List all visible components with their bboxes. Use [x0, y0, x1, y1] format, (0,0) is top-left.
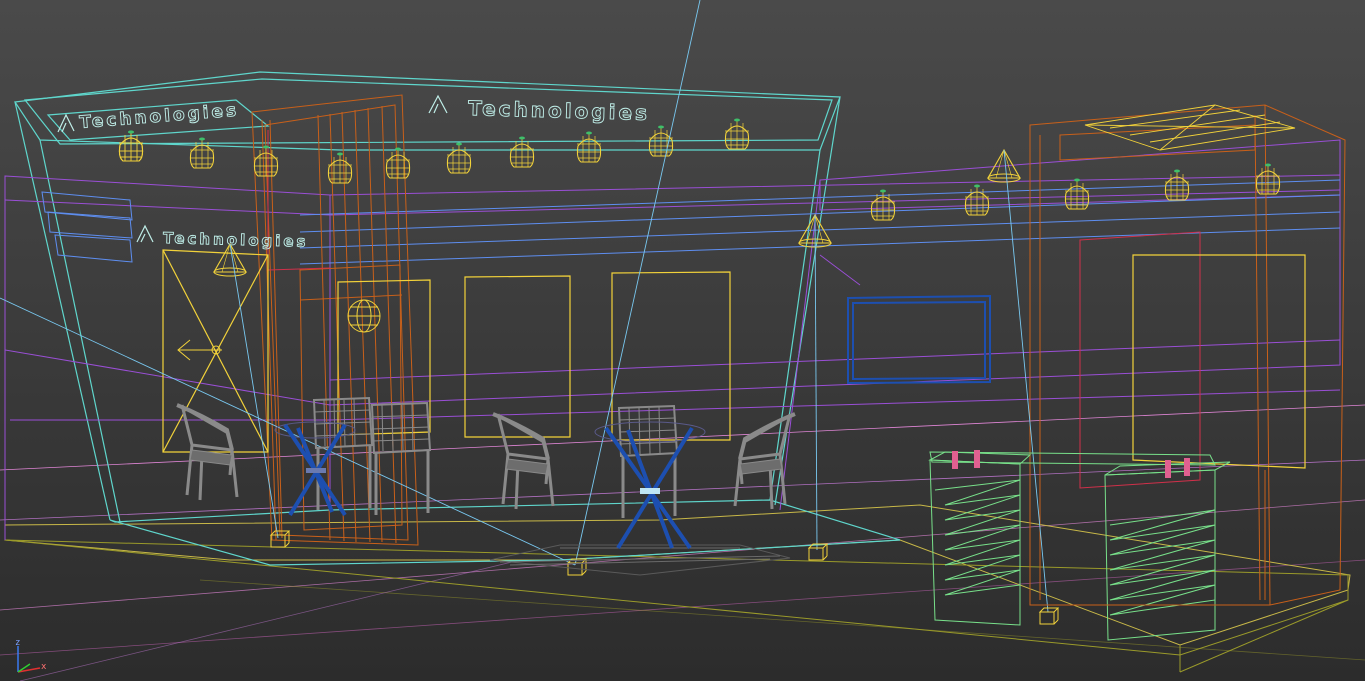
- z-axis-label: z: [15, 638, 20, 648]
- perspective-viewport-scene[interactable]: Technologies Technologies Technologies z…: [0, 0, 1365, 681]
- sign-main-text: Technologies: [468, 96, 650, 125]
- sign-lower-text: Technologies: [163, 229, 309, 251]
- x-axis-label: x: [41, 662, 47, 672]
- 3d-viewport[interactable]: Technologies Technologies Technologies z…: [0, 0, 1365, 681]
